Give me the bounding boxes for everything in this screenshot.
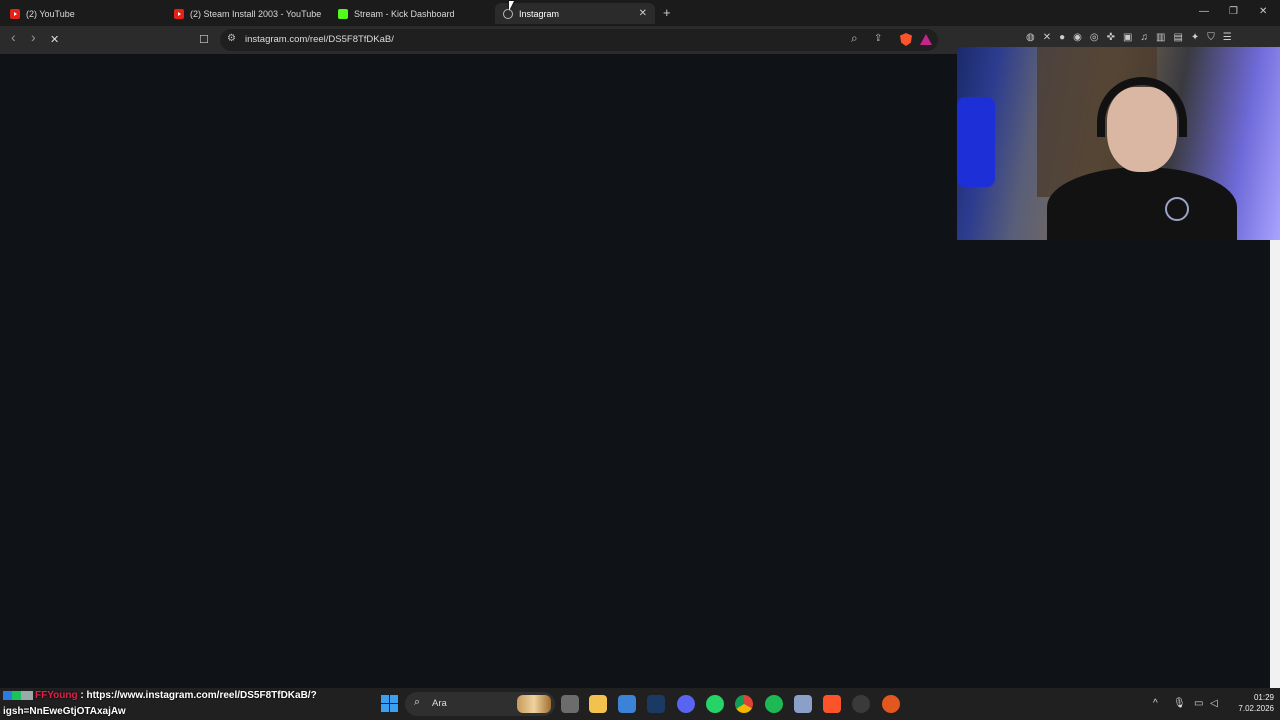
tab-kick-dashboard[interactable]: Stream - Kick Dashboard <box>330 3 495 24</box>
forward-button[interactable]: › <box>31 29 36 45</box>
brave-rewards-icon[interactable] <box>920 34 932 45</box>
spotify-icon[interactable] <box>765 695 783 713</box>
taskbar-search[interactable]: ⌕ Ara <box>405 692 555 716</box>
brave-shields-icon[interactable] <box>900 33 912 46</box>
menu-icon[interactable]: ☰ <box>1223 32 1232 43</box>
whatsapp-icon[interactable] <box>706 695 724 713</box>
music-icon[interactable]: ♫ <box>1140 32 1148 43</box>
clock[interactable]: 01:29 7.02.2026 <box>1226 692 1274 714</box>
chat-message: https://www.instagram.com/reel/DS5F8TfDK… <box>86 690 317 701</box>
site-info-icon[interactable]: ⚙ <box>227 33 236 44</box>
bookmark-icon[interactable]: ☐ <box>199 32 209 48</box>
tab-label: Stream - Kick Dashboard <box>354 8 455 19</box>
tab-label: (2) YouTube <box>26 8 75 19</box>
brave-icon[interactable] <box>823 695 841 713</box>
new-tab-button[interactable]: + <box>663 5 671 20</box>
streamer-body <box>1047 167 1237 240</box>
tab-strip: (2) YouTube (2) Steam Install 2003 - You… <box>0 0 1280 26</box>
leo-icon[interactable]: ✦ <box>1191 32 1199 43</box>
search-highlight-image <box>517 695 551 713</box>
chat-message-continued: igsh=NnEweGtjOTAxajAw <box>3 706 126 717</box>
sidebar-icon[interactable]: ▥ <box>1156 32 1165 43</box>
blue-light <box>957 97 995 187</box>
microphone <box>1165 197 1189 221</box>
obs-icon[interactable] <box>852 695 870 713</box>
discord-icon[interactable] <box>677 695 695 713</box>
address-bar[interactable]: ⚙ instagram.com/reel/DS5F8TfDKaB/ ⌕ ⇪ <box>220 29 938 51</box>
task-view-icon[interactable] <box>561 695 579 713</box>
puzzle-icon[interactable]: ✜ <box>1107 32 1115 43</box>
tab-instagram[interactable]: Instagram ✕ <box>495 3 655 24</box>
close-window-button[interactable]: ✕ <box>1259 6 1267 17</box>
extension-icon[interactable]: ◉ <box>1073 32 1082 43</box>
store-icon[interactable] <box>618 695 636 713</box>
chat-message-line: FFYoung : https://www.instagram.com/reel… <box>3 688 373 704</box>
share-icon[interactable]: ⇪ <box>874 33 882 44</box>
start-button[interactable] <box>381 695 398 712</box>
tab-steam-install[interactable]: (2) Steam Install 2003 - YouTube <box>166 3 331 24</box>
zoom-icon[interactable]: ⌕ <box>851 31 858 46</box>
screen: (2) YouTube (2) Steam Install 2003 - You… <box>0 0 1280 720</box>
extension-icon[interactable]: ◎ <box>1090 32 1099 43</box>
extensions-area: ◍ ✕ ● ◉ ◎ ✜ ▣ ♫ ▥ ▤ ✦ ⛉ ☰ <box>1026 32 1232 43</box>
settings-app-icon[interactable] <box>794 695 812 713</box>
url-text[interactable]: instagram.com/reel/DS5F8TfDKaB/ <box>245 34 394 45</box>
tab-label: Instagram <box>519 8 560 19</box>
extension-icon[interactable]: ● <box>1059 32 1065 43</box>
media-icon[interactable]: ▣ <box>1123 32 1132 43</box>
vpn-icon[interactable]: ⛉ <box>1207 32 1215 43</box>
microphone-icon[interactable]: 🎙 <box>1173 698 1186 709</box>
kick-icon <box>338 8 348 19</box>
clock-time: 01:29 <box>1253 693 1274 702</box>
chat-overlay: FFYoung : https://www.instagram.com/reel… <box>3 688 373 720</box>
chat-badges <box>3 690 33 700</box>
tab-label: (2) Steam Install 2003 - YouTube <box>190 8 322 19</box>
search-icon: ⌕ <box>414 696 421 708</box>
extension-icon[interactable]: ✕ <box>1043 32 1051 43</box>
minimize-button[interactable]: — <box>1199 6 1209 17</box>
chrome-icon[interactable] <box>735 695 753 713</box>
back-button[interactable]: ‹ <box>11 29 16 45</box>
youtube-icon <box>10 8 20 19</box>
tray-chevron-icon[interactable]: ^ <box>1153 698 1158 709</box>
app-icon[interactable] <box>882 695 900 713</box>
mouse-cursor <box>509 1 514 11</box>
search-label: Ara <box>432 698 447 709</box>
youtube-icon <box>174 8 184 19</box>
webcam-overlay <box>957 47 1280 240</box>
clock-date: 7.02.2026 <box>1238 704 1274 713</box>
extension-icon[interactable]: ◍ <box>1026 32 1035 43</box>
network-icon[interactable]: ▭ <box>1194 698 1203 709</box>
file-explorer-icon[interactable] <box>589 695 607 713</box>
stop-loading-button[interactable]: ✕ <box>50 32 59 48</box>
close-tab-icon[interactable]: ✕ <box>639 8 647 19</box>
chat-username: FFYoung <box>35 690 78 701</box>
wallet-icon[interactable]: ▤ <box>1173 32 1182 43</box>
maximize-button[interactable]: ❐ <box>1229 6 1238 17</box>
tab-youtube[interactable]: (2) YouTube <box>2 3 167 24</box>
volume-icon[interactable]: ◁ <box>1210 698 1218 709</box>
steam-icon[interactable] <box>647 695 665 713</box>
